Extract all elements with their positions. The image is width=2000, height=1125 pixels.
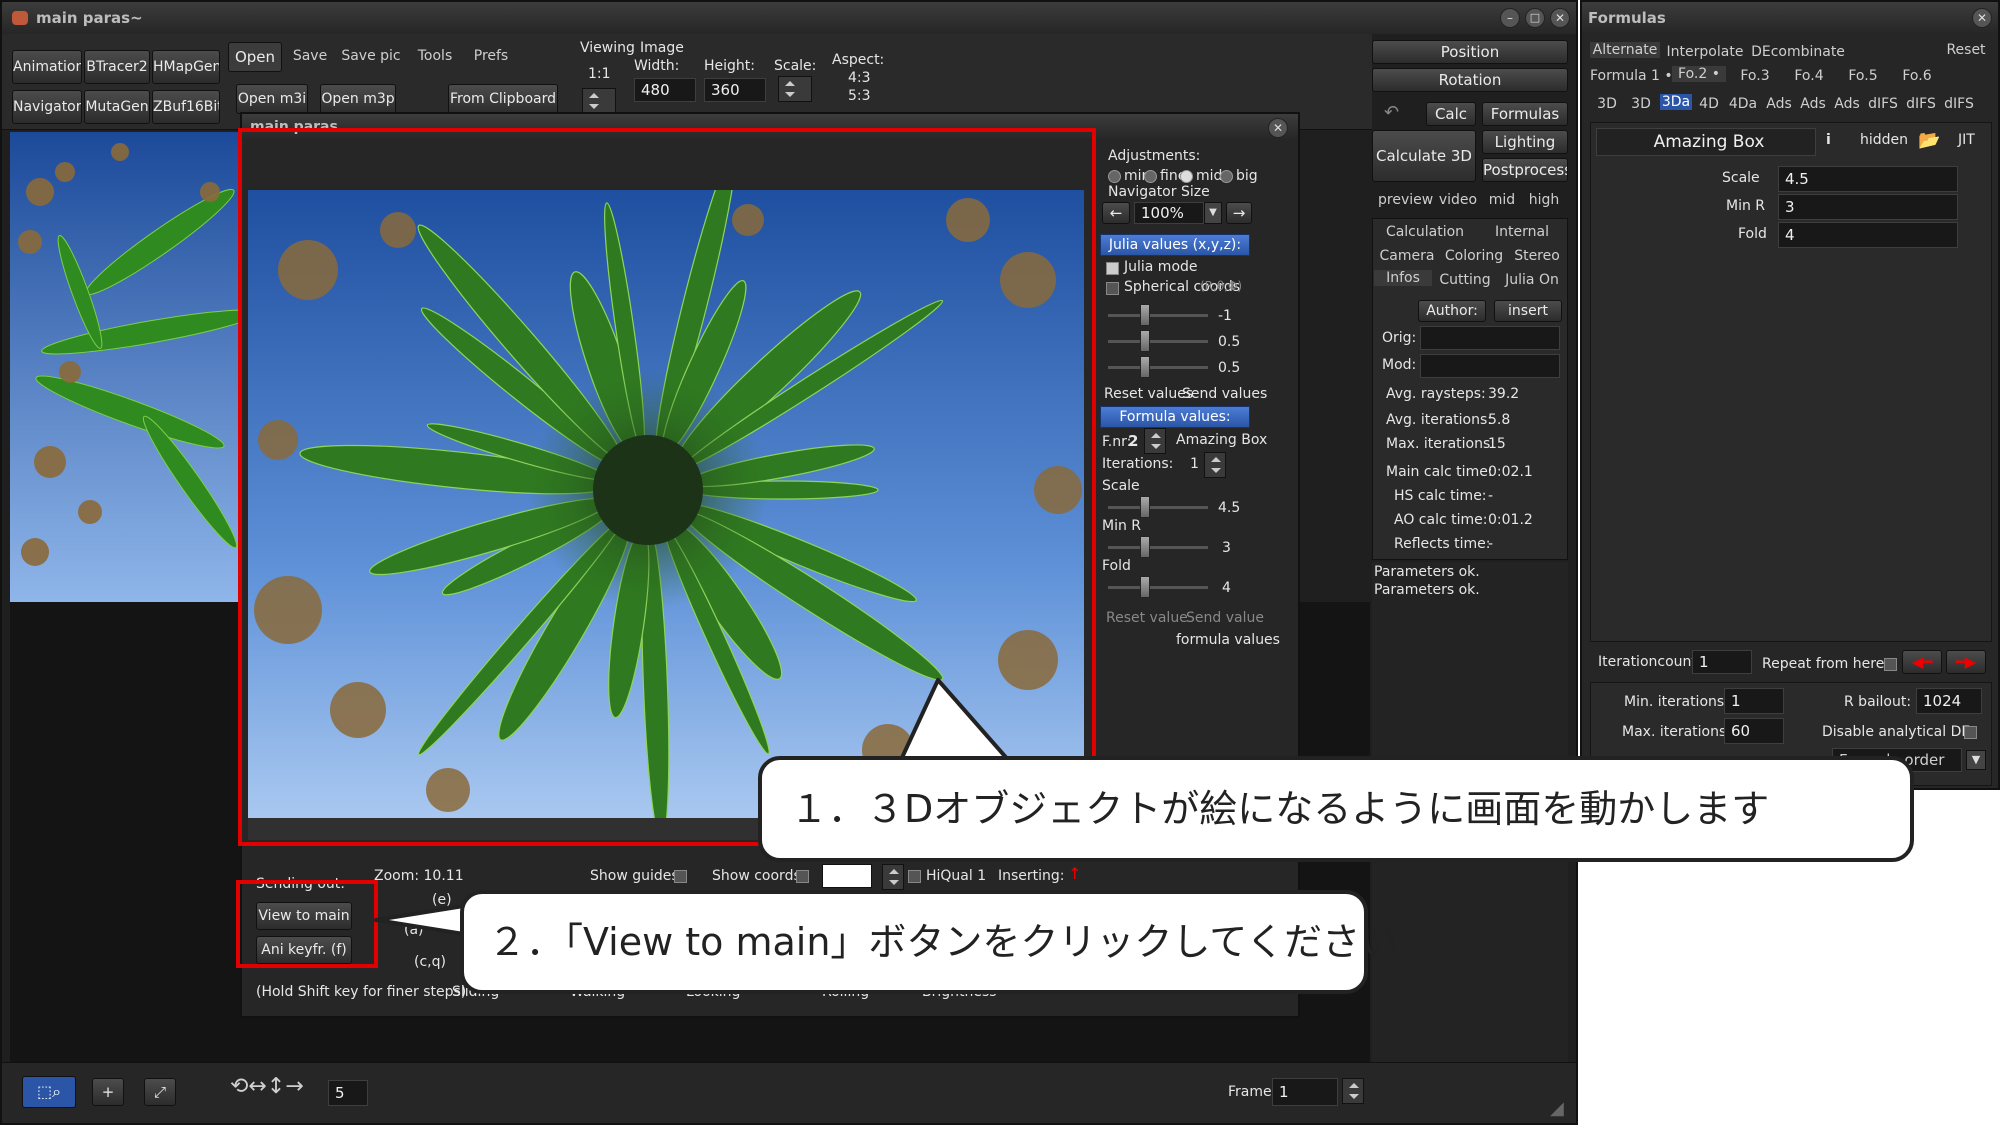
callout-step-1: １．３Dオブジェクトが絵になるように画面を動かします: [758, 756, 1914, 862]
callout-step-2-text: ２．「View to main」ボタンをクリックしてください: [488, 920, 1399, 964]
callout-2-pointer: [374, 903, 472, 937]
callout-1-pointer: [898, 678, 1012, 764]
callout-step-1-text: １．３Dオブジェクトが絵になるように画面を動かします: [790, 787, 1770, 831]
callout-step-2: ２．「View to main」ボタンをクリックしてください: [460, 890, 1398, 994]
